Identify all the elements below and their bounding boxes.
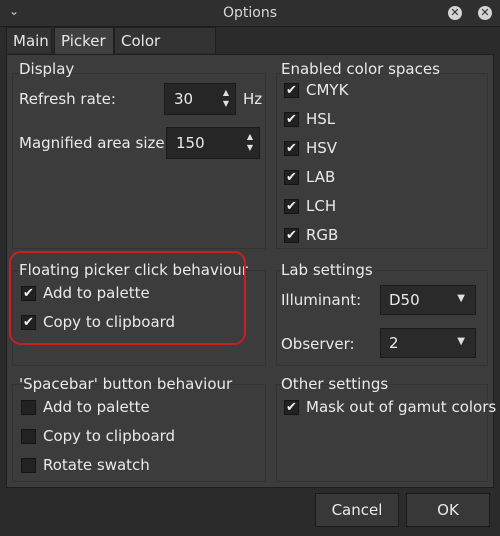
observer-select[interactable]: 2 ▼	[380, 328, 476, 358]
close-window-icon[interactable]: ✕	[478, 6, 492, 20]
magnified-area-value: 150	[176, 134, 205, 152]
refresh-rate-label: Refresh rate:	[19, 90, 116, 108]
spacebar-title: 'Spacebar' button behaviour	[19, 375, 233, 393]
tab-color-names[interactable]: Color names	[114, 27, 216, 77]
tab-main[interactable]: Main	[6, 27, 52, 53]
checkbox-box[interactable]: ✔	[284, 112, 299, 127]
checkbox-box[interactable]: ✔	[284, 170, 299, 185]
cancel-button[interactable]: Cancel	[315, 493, 399, 527]
illuminant-value: D50	[389, 291, 420, 309]
checkbox-box[interactable]: ✔	[284, 228, 299, 243]
refresh-rate-spinbox[interactable]: 30 ▲ ▼	[164, 83, 236, 115]
refresh-rate-unit: Hz	[243, 90, 263, 108]
spin-up-icon[interactable]: ▲	[247, 132, 253, 141]
checkbox-label: HSV	[306, 139, 338, 157]
refresh-rate-value: 30	[174, 90, 194, 108]
magnified-area-label: Magnified area size:	[19, 134, 170, 152]
window-title: Options	[222, 5, 278, 21]
checkbox-label: Add to palette	[43, 398, 150, 416]
magnified-area-spinbox[interactable]: 150 ▲ ▼	[166, 127, 260, 159]
checkbox-box[interactable]: ✔	[284, 199, 299, 214]
ok-button[interactable]: OK	[406, 493, 490, 527]
lab-settings-title: Lab settings	[281, 261, 373, 279]
red-highlight-annotation	[9, 251, 246, 345]
checkbox-label: LAB	[306, 168, 336, 186]
spin-down-icon[interactable]: ▼	[223, 99, 229, 108]
color-spaces-title: Enabled color spaces	[281, 60, 440, 78]
color-spaces-group	[276, 73, 488, 249]
spin-down-icon[interactable]: ▼	[247, 143, 253, 152]
chevron-down-icon: ▼	[457, 336, 465, 347]
checkbox-label: Copy to clipboard	[43, 427, 176, 445]
checkbox-box[interactable]	[21, 400, 36, 415]
checkbox-label: HSL	[306, 110, 336, 128]
spin-up-icon[interactable]: ▲	[223, 88, 229, 97]
other-settings-title: Other settings	[281, 375, 389, 393]
checkbox-box[interactable]: ✔	[284, 400, 299, 415]
illuminant-select[interactable]: D50 ▼	[380, 285, 476, 315]
tab-picker[interactable]: Picker	[54, 27, 114, 55]
checkbox-box[interactable]	[21, 458, 36, 473]
checkbox-label: CMYK	[306, 81, 349, 99]
display-group-title: Display	[19, 60, 75, 78]
checkbox-label: Mask out of gamut colors	[306, 398, 497, 416]
checkbox-box[interactable]	[21, 429, 36, 444]
chevron-down-icon: ▼	[457, 293, 465, 304]
checkbox-label: RGB	[306, 226, 339, 244]
observer-value: 2	[389, 334, 399, 352]
observer-label: Observer:	[281, 335, 355, 353]
checkbox-label: LCH	[306, 197, 337, 215]
checkbox-box[interactable]: ✔	[284, 83, 299, 98]
illuminant-label: Illuminant:	[281, 291, 362, 309]
title-bar: ⌄ Options ✕ ✕	[0, 0, 500, 27]
checkbox-label: Rotate swatch	[43, 456, 150, 474]
checkbox-box[interactable]: ✔	[284, 141, 299, 156]
close-icon[interactable]: ✕	[448, 6, 462, 20]
